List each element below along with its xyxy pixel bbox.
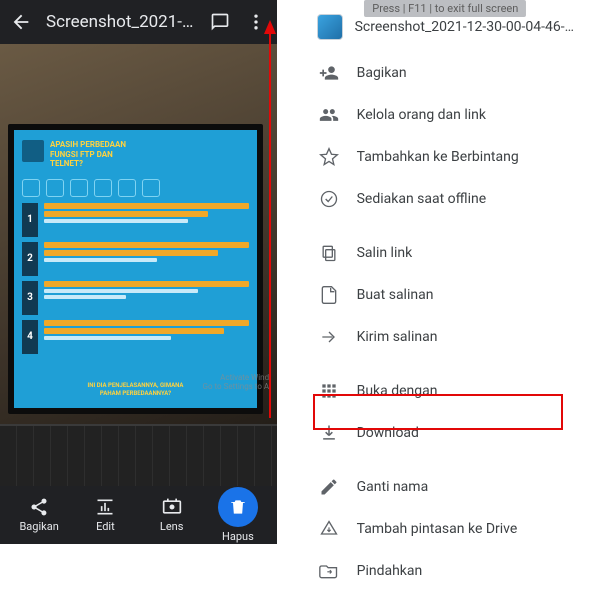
menu-offline[interactable]: Sediakan saat offline — [301, 178, 590, 220]
poster-heading: TELNET? — [50, 159, 126, 169]
menu-rename[interactable]: Ganti nama — [301, 466, 590, 508]
photo-viewer: Screenshot_2021-… APASIH PERBEDAAN FUNGS… — [0, 0, 277, 544]
menu-label: Buat salinan — [357, 287, 434, 303]
folder-move-icon — [319, 561, 339, 581]
menu-label: Download — [357, 425, 419, 441]
lens-label: Lens — [160, 520, 184, 533]
laptop-screen: APASIH PERBEDAAN FUNGSI FTP DAN TELNET? … — [8, 124, 263, 414]
top-bar: Screenshot_2021-… — [0, 0, 277, 44]
file-name: Screenshot_2021-12-30-00-04-46-… — [355, 19, 574, 35]
offline-icon — [319, 189, 339, 209]
menu-star[interactable]: Tambahkan ke Berbintang — [301, 136, 590, 178]
lens-button[interactable]: Lens — [144, 497, 200, 533]
menu-share[interactable]: Bagikan — [301, 52, 590, 94]
comment-icon[interactable] — [209, 11, 231, 33]
file-thumbnail-icon — [317, 14, 343, 40]
drive-shortcut-icon — [319, 519, 339, 539]
send-icon — [319, 327, 339, 347]
watermark: Activate Wind Go to Settings to A — [203, 373, 270, 392]
share-button[interactable]: Bagikan — [11, 497, 67, 533]
star-icon — [319, 147, 339, 167]
keyboard-photo — [0, 424, 277, 486]
poster-heading: FUNGSI FTP DAN — [50, 150, 126, 160]
menu-label: Kirim salinan — [357, 329, 438, 345]
menu-send-copy[interactable]: Kirim salinan — [301, 316, 590, 358]
menu-label: Salin link — [357, 245, 413, 261]
fullscreen-hint: Press | F11 | to exit full screen — [364, 0, 526, 17]
poster: APASIH PERBEDAAN FUNGSI FTP DAN TELNET? … — [14, 130, 257, 408]
menu-label: Ganti nama — [357, 479, 429, 495]
file-copy-icon — [319, 285, 339, 305]
menu-label: Tambahkan ke Berbintang — [357, 149, 519, 165]
share-label: Bagikan — [19, 520, 58, 533]
photo-area[interactable]: APASIH PERBEDAAN FUNGSI FTP DAN TELNET? … — [0, 44, 277, 486]
menu-open-with[interactable]: Buka dengan — [301, 370, 590, 412]
file-title: Screenshot_2021-… — [46, 12, 195, 32]
copy-icon — [319, 243, 339, 263]
menu-label: Buka dengan — [357, 383, 438, 399]
apps-icon — [319, 381, 339, 401]
delete-label: Hapus — [222, 530, 254, 543]
delete-fab-icon — [218, 487, 258, 527]
menu-label: Sediakan saat offline — [357, 191, 487, 207]
menu-label: Bagikan — [357, 65, 407, 81]
menu-manage-access[interactable]: Kelola orang dan link — [301, 94, 590, 136]
person-add-icon — [319, 63, 339, 83]
menu-label: Pindahkan — [357, 563, 423, 579]
back-arrow-icon[interactable] — [10, 11, 32, 33]
menu-download[interactable]: Download — [301, 412, 590, 454]
more-vert-icon[interactable] — [245, 11, 267, 33]
people-icon — [319, 105, 339, 125]
menu-move[interactable]: Pindahkan — [301, 550, 590, 592]
poster-heading: APASIH PERBEDAAN — [50, 140, 126, 150]
pencil-icon — [319, 477, 339, 497]
menu-make-copy[interactable]: Buat salinan — [301, 274, 590, 316]
download-icon — [319, 423, 339, 443]
menu-copy-link[interactable]: Salin link — [301, 232, 590, 274]
drive-menu: Press | F11 | to exit full screen Screen… — [301, 0, 590, 544]
bottom-bar: Bagikan Edit Lens Hapus — [0, 486, 277, 544]
delete-button[interactable]: Hapus — [210, 487, 266, 543]
menu-label: Tambah pintasan ke Drive — [357, 521, 518, 537]
menu-label: Kelola orang dan link — [357, 107, 486, 123]
edit-button[interactable]: Edit — [77, 497, 133, 533]
edit-label: Edit — [96, 520, 115, 533]
